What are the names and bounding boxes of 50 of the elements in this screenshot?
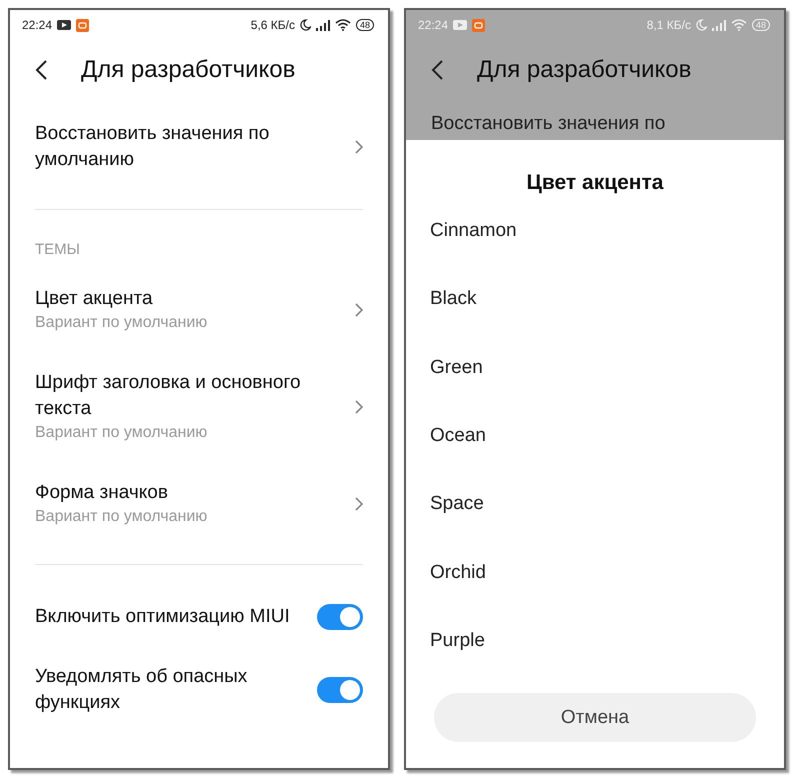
toggle-switch[interactable] <box>317 604 363 630</box>
page-title: Для разработчиков <box>477 56 692 84</box>
item-subtitle: Вариант по умолчанию <box>35 313 208 333</box>
color-option[interactable]: Cinnamon <box>430 220 517 242</box>
item-subtitle: Вариант по умолчанию <box>35 507 208 527</box>
item-title: Включить оптимизацию MIUI <box>35 605 291 629</box>
section-header: ТЕМЫ <box>35 241 80 258</box>
item-title: Восстановить значения по умолчанию <box>35 122 270 172</box>
chevron-icon <box>355 497 363 511</box>
wifi-icon <box>730 19 747 31</box>
battery-icon: 48 <box>356 19 374 31</box>
chevron-icon <box>355 400 363 414</box>
chevron-icon <box>355 140 363 154</box>
battery-icon: 48 <box>752 19 770 31</box>
toggle-switch[interactable] <box>317 677 363 703</box>
wifi-icon <box>334 19 351 31</box>
video-icon <box>57 20 72 30</box>
color-option[interactable]: Space <box>430 493 484 516</box>
back-icon[interactable] <box>431 60 443 80</box>
network-speed: 5,6 КБ/с <box>250 18 295 32</box>
network-speed: 8,1 КБ/с <box>646 18 691 32</box>
signal-icon <box>712 20 726 30</box>
chevron-icon <box>355 303 363 317</box>
settings-item[interactable]: Цвет акцента Вариант по умолчанию <box>10 268 388 352</box>
app-icon <box>472 18 486 32</box>
moon-icon <box>300 19 311 31</box>
moon-icon <box>696 19 707 31</box>
back-icon[interactable] <box>35 60 47 80</box>
settings-item[interactable]: Форма значков Вариант по умолчанию <box>10 462 388 546</box>
settings-item[interactable]: Шрифт заголовка и основного текста Вариант по умолчанию <box>10 352 388 462</box>
item-title: Уведомлять об опасных функциях <box>35 665 248 715</box>
page-title: Для разработчиков <box>81 56 296 84</box>
status-time: 22:24 <box>22 18 52 32</box>
item-title: Цвет акцента <box>35 287 154 311</box>
color-option[interactable]: Green <box>430 356 483 379</box>
video-icon <box>453 20 468 30</box>
item-title: Шрифт заголовка и основного текста <box>35 371 302 421</box>
item-title: Форма значков <box>35 481 169 505</box>
item-subtitle: Вариант по умолчанию <box>35 423 208 443</box>
signal-icon <box>316 20 330 30</box>
color-option[interactable]: Purple <box>430 630 485 652</box>
app-icon <box>76 18 90 32</box>
item-title: Восстановить значения по <box>431 113 666 134</box>
color-option[interactable]: Orchid <box>430 562 486 584</box>
cancel-button[interactable]: Отмена <box>434 693 756 742</box>
dialog-title: Цвет акцента <box>526 170 664 196</box>
status-time: 22:24 <box>418 18 448 32</box>
settings-item[interactable]: Восстановить значения по умолчанию <box>10 100 388 191</box>
color-option[interactable]: Ocean <box>430 425 486 448</box>
color-option[interactable]: Black <box>430 288 476 310</box>
